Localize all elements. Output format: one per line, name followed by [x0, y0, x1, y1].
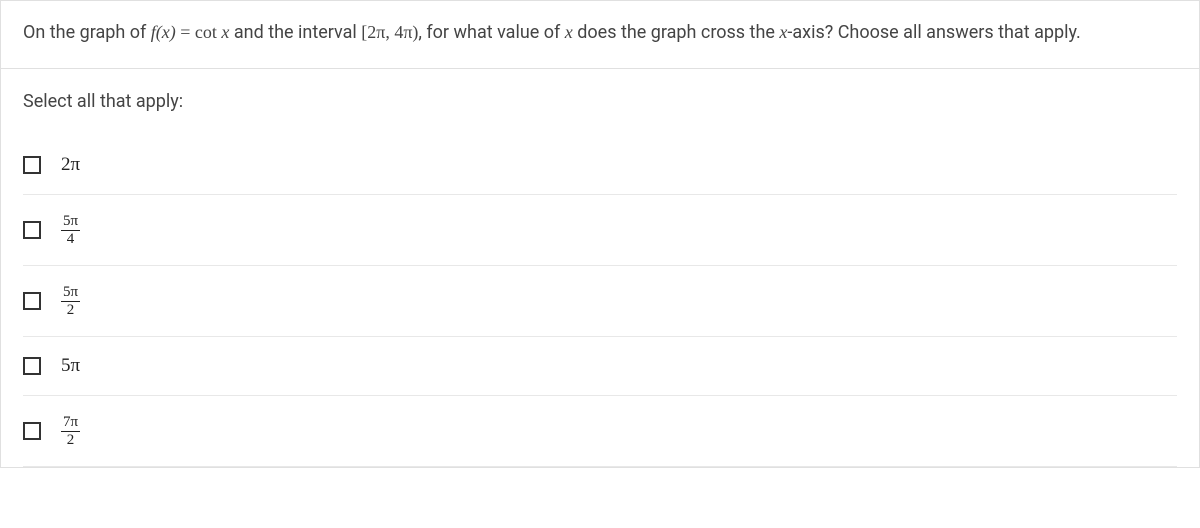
- fraction-num: 5π: [61, 213, 80, 231]
- option-label: 5π 4: [61, 213, 80, 247]
- question-container: On the graph of f(x) = cot x and the int…: [0, 0, 1200, 468]
- fraction-den: 4: [61, 231, 80, 248]
- option-row[interactable]: 2π: [23, 136, 1177, 195]
- option-row[interactable]: 5π 2: [23, 266, 1177, 337]
- option-label: 2π: [61, 154, 80, 176]
- q-mid1: and the interval: [229, 22, 361, 43]
- checkbox[interactable]: [23, 422, 41, 440]
- answers-section: Select all that apply: 2π 5π 4 5π 2: [1, 69, 1199, 467]
- option-label: 5π: [61, 355, 80, 377]
- q-interval: [2π, 4π): [361, 22, 418, 42]
- fraction: 5π 4: [61, 213, 80, 247]
- q-prefix: On the graph of: [23, 22, 151, 43]
- q-suffix: -axis? Choose all answers that apply.: [787, 22, 1080, 43]
- question-text: On the graph of f(x) = cot x and the int…: [23, 22, 1081, 43]
- option-label: 7π 2: [61, 414, 80, 448]
- q-equals: =: [176, 22, 195, 42]
- option-label: 5π 2: [61, 284, 80, 318]
- fraction-num: 7π: [61, 414, 80, 432]
- fraction: 5π 2: [61, 284, 80, 318]
- checkbox[interactable]: [23, 156, 41, 174]
- fraction-den: 2: [61, 302, 80, 319]
- q-var-x: x: [565, 22, 573, 42]
- select-prompt: Select all that apply:: [23, 91, 1177, 112]
- q-func-lhs: f(x): [151, 22, 176, 42]
- q-mid2: , for what value of: [418, 22, 564, 43]
- option-row[interactable]: 7π 2: [23, 396, 1177, 467]
- option-row[interactable]: 5π 4: [23, 195, 1177, 266]
- fraction-num: 5π: [61, 284, 80, 302]
- fraction-den: 2: [61, 432, 80, 449]
- q-mid3: does the graph cross the: [573, 22, 780, 43]
- option-row[interactable]: 5π: [23, 337, 1177, 396]
- question-section: On the graph of f(x) = cot x and the int…: [1, 1, 1199, 69]
- q-func-rhs-op: cot: [195, 22, 222, 42]
- checkbox[interactable]: [23, 357, 41, 375]
- checkbox[interactable]: [23, 292, 41, 310]
- checkbox[interactable]: [23, 221, 41, 239]
- fraction: 7π 2: [61, 414, 80, 448]
